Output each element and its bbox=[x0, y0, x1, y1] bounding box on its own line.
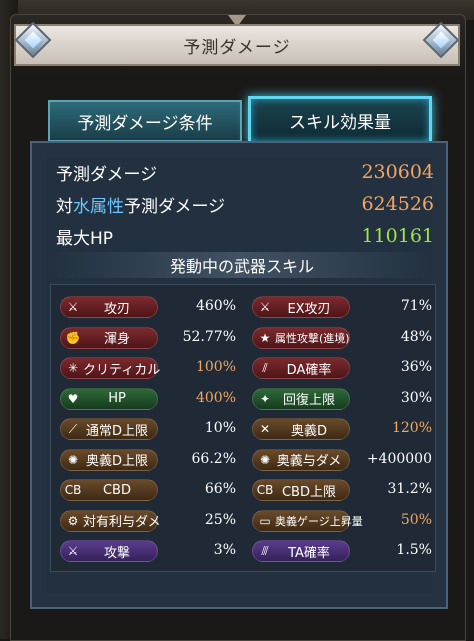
gem-left-icon bbox=[14, 21, 52, 59]
skill-value: 48% bbox=[400, 328, 432, 345]
max-hp-value: 110161 bbox=[361, 225, 434, 247]
skill-value: 71% bbox=[400, 298, 432, 314]
skill-value: 460% bbox=[195, 298, 236, 314]
skill-value: 400% bbox=[195, 389, 236, 406]
heart-icon: ♥ bbox=[67, 391, 79, 406]
skill-badge: ✳ クリティカル bbox=[60, 357, 160, 379]
skill-badge: ⚙ 対有利与ダメ bbox=[60, 509, 161, 532]
skill-value: 30% bbox=[400, 389, 432, 406]
skill-label: 攻刃 bbox=[103, 301, 130, 317]
skill-label: 通常D上限 bbox=[85, 423, 148, 439]
tab-damage-conditions-label: 予測ダメージ条件 bbox=[77, 113, 213, 134]
max-hp-row: 最大HP 110161 bbox=[56, 221, 434, 251]
skill-label: クリティカル bbox=[83, 362, 161, 378]
skill-value: 3% bbox=[213, 542, 236, 558]
sword-icon: ⚔ bbox=[67, 300, 79, 314]
skill-value: 66.2% bbox=[191, 450, 236, 467]
vs-water-damage-value: 624526 bbox=[361, 193, 434, 215]
skill-label: 奥義D bbox=[290, 423, 327, 439]
water-attribute-label: 水属性 bbox=[73, 196, 124, 217]
skill-label: 渾身 bbox=[103, 332, 130, 347]
skill-badge: ✕ 奥義D bbox=[252, 418, 350, 440]
dialog-title: 予測ダメージ bbox=[183, 37, 291, 58]
skill-badge: ⫽ DA確率 bbox=[252, 357, 350, 379]
arm-icon: ✊ bbox=[65, 330, 81, 345]
sword-icon: ⚔ bbox=[67, 544, 79, 558]
sword-icon: ⚔ bbox=[259, 300, 271, 314]
skill-label: EX攻刃 bbox=[287, 301, 331, 317]
gauge-icon: ▭ bbox=[259, 513, 271, 528]
skill-badge: ⫻ TA確率 bbox=[252, 540, 350, 562]
skill-badge: ✺ 奥義与ダメ bbox=[252, 448, 350, 471]
skill-badge: ⚔ 攻刃 bbox=[60, 296, 158, 318]
skill-label: DA確率 bbox=[286, 362, 332, 378]
skill-value: 100% bbox=[195, 359, 236, 375]
vs-prefix: 対 bbox=[56, 196, 73, 217]
skill-label: 奥義D上限 bbox=[85, 454, 148, 469]
skill-label: 属性攻撃(進境) bbox=[275, 331, 350, 345]
predicted-damage-label: 予測ダメージ bbox=[56, 164, 158, 185]
skill-badge: CB CBD bbox=[60, 479, 158, 501]
triple-slash-icon: ⫻ bbox=[261, 543, 269, 558]
skill-label: 奥義与ダメ bbox=[276, 454, 342, 469]
skill-badge: ✊ 渾身 bbox=[60, 326, 158, 349]
skill-value: 31.2% bbox=[387, 481, 432, 497]
skill-badge: ★ 属性攻撃(進境) bbox=[252, 326, 350, 349]
double-slash-icon: ⫽ bbox=[262, 360, 268, 375]
sparkle-icon: ✦ bbox=[259, 391, 271, 406]
burst-icon: ✺ bbox=[67, 452, 79, 467]
skill-value: 1.5% bbox=[396, 542, 432, 558]
dialog-title-bar: 予測ダメージ bbox=[14, 24, 460, 66]
skill-label: TA確率 bbox=[288, 545, 330, 561]
skill-label: 攻撃 bbox=[103, 545, 130, 561]
gear-icon: ⚙ bbox=[67, 513, 79, 528]
skill-label: CBD bbox=[102, 482, 131, 498]
skill-value: 36% bbox=[400, 359, 432, 375]
tab-damage-conditions[interactable]: 予測ダメージ条件 bbox=[48, 100, 242, 142]
skill-badge: ⚔ EX攻刃 bbox=[252, 296, 350, 318]
skill-value: 52.77% bbox=[182, 328, 236, 345]
skill-badge: ♥ HP bbox=[60, 387, 158, 410]
skill-badge: ✦ 回復上限 bbox=[252, 387, 350, 410]
tab-skill-effects[interactable]: スキル効果量 bbox=[248, 96, 432, 144]
predicted-damage-value: 230604 bbox=[361, 161, 434, 183]
gem-right-icon bbox=[422, 21, 460, 59]
skill-badge: ✺ 奥義D上限 bbox=[60, 448, 158, 471]
critical-icon: ✳ bbox=[67, 361, 79, 375]
skill-value: 120% bbox=[391, 420, 432, 436]
vs-water-damage-label: 対水属性予測ダメージ bbox=[56, 192, 225, 217]
cb-icon: CB bbox=[64, 483, 82, 497]
active-weapon-skills-header: 発動中の武器スキル bbox=[50, 252, 434, 278]
skill-value: 10% bbox=[204, 420, 236, 436]
skill-label: CBD上限 bbox=[281, 484, 336, 500]
cross-swords-icon: ✕ bbox=[259, 422, 271, 436]
slash-icon: ⟋ bbox=[68, 421, 78, 436]
tab-skill-effects-label: スキル効果量 bbox=[289, 112, 391, 133]
skill-badge: ⟋ 通常D上限 bbox=[60, 418, 158, 440]
active-weapon-skills-title: 発動中の武器スキル bbox=[169, 257, 314, 276]
skill-label: HP bbox=[108, 391, 126, 406]
star-icon: ★ bbox=[259, 330, 271, 345]
skill-badge: ▭ 奥義ゲージ上昇量 bbox=[252, 509, 363, 532]
skill-value: 66% bbox=[204, 481, 236, 497]
vs-water-damage-row: 対水属性予測ダメージ 624526 bbox=[56, 189, 434, 219]
skill-label: 対有利与ダメ bbox=[83, 515, 161, 530]
skill-label: 回復上限 bbox=[282, 393, 335, 408]
skill-value: 25% bbox=[204, 511, 236, 528]
cb-icon: CB bbox=[256, 483, 274, 497]
skill-value: +400000 bbox=[366, 450, 432, 467]
skill-badge: CB CBD上限 bbox=[252, 479, 350, 501]
skill-value: 50% bbox=[400, 511, 432, 528]
burst-icon: ✺ bbox=[259, 452, 271, 467]
skill-badge: ⚔ 攻撃 bbox=[60, 540, 158, 562]
max-hp-label: 最大HP bbox=[56, 228, 114, 249]
vs-suffix: 予測ダメージ bbox=[124, 196, 226, 217]
predicted-damage-row: 予測ダメージ 230604 bbox=[56, 157, 434, 187]
